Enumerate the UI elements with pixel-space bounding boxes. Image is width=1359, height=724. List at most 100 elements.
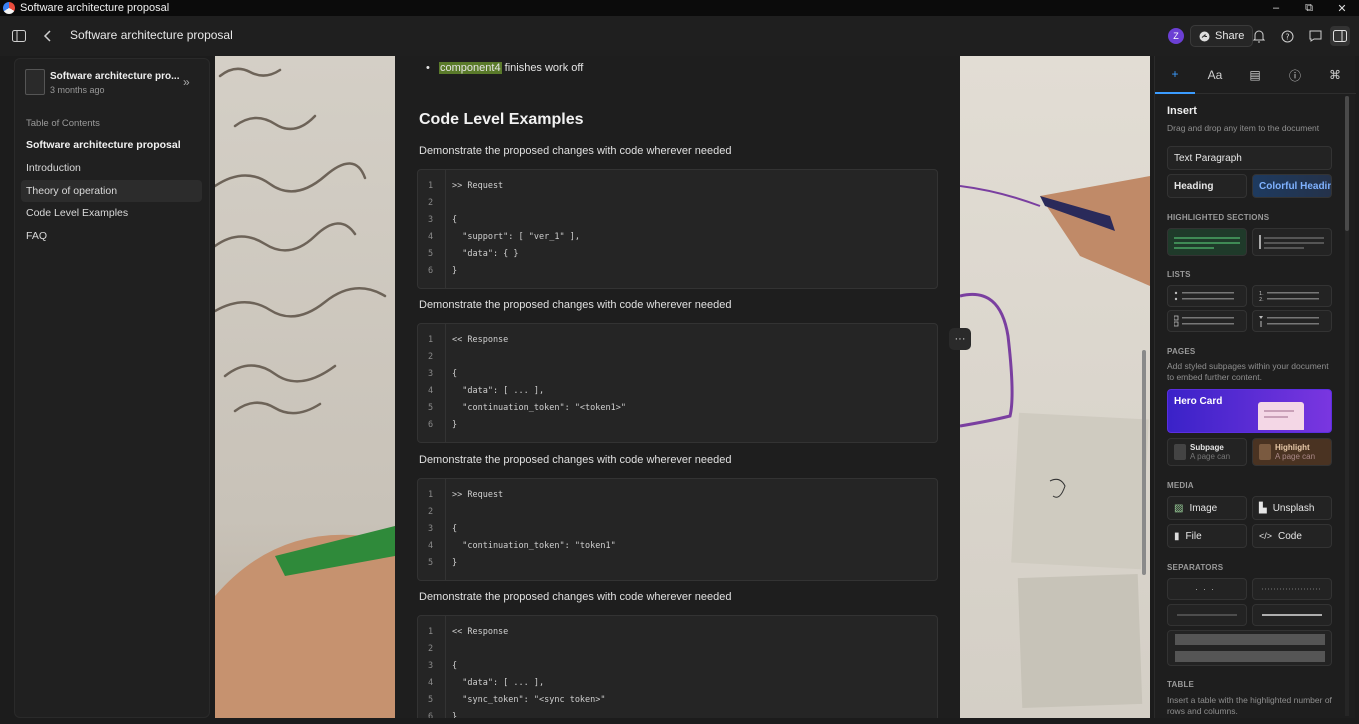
tab-shortcuts[interactable]: ⌘	[1315, 56, 1355, 94]
code-block[interactable]: 1 >> Request 2 3 {4 "support": [ "ver_1" ], 5…	[417, 169, 938, 289]
window-title: Software architecture proposal	[20, 2, 170, 14]
tab-page-style[interactable]: ▤	[1235, 56, 1275, 94]
line-number: 3	[428, 524, 434, 534]
line-number: 1	[428, 335, 434, 345]
separator-dots-icon: ···	[1195, 584, 1219, 594]
line-number: 2	[428, 507, 434, 517]
code-line: {	[452, 369, 458, 379]
app-logo-icon	[3, 2, 15, 14]
back-arrow-icon[interactable]	[40, 28, 56, 44]
close-button[interactable]: ✕	[1326, 0, 1358, 16]
image-tile[interactable]: ▨ Image	[1167, 496, 1247, 520]
highlight-section-green-tile[interactable]	[1167, 228, 1247, 256]
line-number: 5	[428, 249, 434, 259]
paragraph: Demonstrate the proposed changes with co…	[419, 454, 732, 466]
maximize-button[interactable]: ⧉	[1293, 0, 1325, 16]
lists-caption: LISTS	[1167, 270, 1191, 279]
comments-icon[interactable]	[1307, 28, 1323, 44]
heading-tile[interactable]: Heading	[1167, 174, 1247, 198]
avatar[interactable]: Z	[1168, 28, 1184, 44]
share-button[interactable]: Share	[1190, 25, 1254, 47]
toc-sidebar: Software architecture pro... 3 months ag…	[14, 58, 210, 718]
toc-header: Table of Contents	[26, 118, 100, 129]
subpage-tile[interactable]: Subpage A page can	[1167, 438, 1247, 466]
code-line: >> Request	[452, 490, 504, 500]
sidebar-doc-title[interactable]: Software architecture pro...	[50, 71, 179, 82]
canvas-scrollbar-thumb[interactable]	[1142, 350, 1146, 575]
line-number: 1	[428, 490, 434, 500]
code-line: "continuation_token": "<token1>"	[452, 403, 626, 413]
code-line: >> Request	[452, 181, 504, 191]
section-preview-icon	[1259, 235, 1324, 249]
minimize-button[interactable]: –	[1260, 0, 1292, 16]
highlight-section-plain-tile[interactable]	[1252, 228, 1332, 256]
background-photo-right	[959, 56, 1150, 718]
code-block[interactable]: 1 >> Request 2 3 {4 "continuation_token": "t…	[417, 478, 938, 581]
page-title: Software architecture proposal	[70, 28, 233, 42]
section-preview-icon	[1174, 237, 1240, 249]
code-line: "data": [ ... ],	[452, 386, 545, 396]
document-canvas: • component4 finishes work off Code Leve…	[215, 56, 1150, 718]
help-icon[interactable]: ?	[1279, 28, 1295, 44]
separator-dotted-icon	[1262, 588, 1322, 590]
collapse-sidebar-icon[interactable]: »	[183, 75, 190, 89]
line-number: 5	[428, 403, 434, 413]
unsplash-tile[interactable]: ▙ Unsplash	[1252, 496, 1332, 520]
panel-scrollbar[interactable]	[1345, 96, 1349, 716]
svg-text:2.: 2.	[1259, 297, 1264, 302]
numbered-list-tile[interactable]: 1. 2.	[1252, 285, 1332, 307]
separator-block-tile[interactable]	[1167, 630, 1332, 666]
highlight-page-tile[interactable]: Highlight A page can	[1252, 438, 1332, 466]
bullet-list-tile[interactable]	[1167, 285, 1247, 307]
separator-thin-tile[interactable]	[1167, 604, 1247, 626]
highlighted-text: component4	[439, 62, 502, 74]
line-number: 5	[428, 695, 434, 705]
file-icon: ▮	[1174, 530, 1180, 542]
code-tile[interactable]: </> Code	[1252, 524, 1332, 548]
code-block[interactable]: 1 << Response 2 3 {4 "data": [ ... ], 5 "sync…	[417, 615, 938, 718]
code-block[interactable]: 1 << Response 2 3 {4 "data": [ ... ], 5 "cont…	[417, 323, 938, 443]
checklist-tile[interactable]	[1167, 310, 1247, 332]
sidebar-toggle-icon[interactable]	[11, 28, 27, 44]
tab-info[interactable]: ⓘ	[1275, 56, 1315, 94]
line-number: 2	[428, 352, 434, 362]
more-options-button[interactable]: ···	[949, 328, 971, 350]
hero-card-tile[interactable]: Hero Card	[1167, 389, 1332, 433]
toc-item-faq[interactable]: FAQ	[21, 225, 202, 247]
line-number: 4	[428, 678, 434, 688]
toc-item-software-architecture-proposal[interactable]: Software architecture proposal	[21, 134, 202, 156]
highlight-page-icon	[1259, 444, 1271, 460]
line-number: 4	[428, 386, 434, 396]
tab-typography[interactable]: Aa	[1195, 56, 1235, 94]
bullet-item: • component4 finishes work off	[426, 62, 584, 74]
toc-item-introduction[interactable]: Introduction	[21, 157, 202, 179]
hero-card-label: Hero Card	[1174, 396, 1223, 407]
separator-dots-tile[interactable]: ···	[1167, 578, 1247, 600]
toc-item-theory-of-operation[interactable]: Theory of operation	[21, 180, 202, 202]
colorful-heading-label: Colorful Heading	[1259, 180, 1332, 192]
code-line: {	[452, 215, 458, 225]
checklist-icon	[1174, 315, 1234, 327]
bullet-list-icon	[1174, 291, 1234, 301]
tab-insert[interactable]: +	[1155, 56, 1195, 94]
section-heading: Code Level Examples	[419, 111, 584, 128]
right-panel-toggle-icon[interactable]	[1330, 26, 1350, 46]
scrollbar-thumb[interactable]	[1345, 96, 1349, 231]
text-paragraph-tile[interactable]: Text Paragraph	[1167, 146, 1332, 170]
numbered-list-icon: 1.2.	[1259, 291, 1319, 302]
bell-icon[interactable]	[1251, 28, 1267, 44]
highlight-page-sub: A page can	[1275, 452, 1316, 461]
line-number: 3	[428, 215, 434, 225]
subpage-label: Subpage	[1190, 443, 1224, 452]
document-icon	[25, 69, 45, 95]
colorful-heading-tile[interactable]: Colorful Heading	[1252, 174, 1332, 198]
line-number: 2	[428, 644, 434, 654]
line-number: 2	[428, 198, 434, 208]
file-label: File	[1185, 530, 1202, 542]
separator-thick-tile[interactable]	[1252, 604, 1332, 626]
separator-dotted-tile[interactable]	[1252, 578, 1332, 600]
file-tile[interactable]: ▮ File	[1167, 524, 1247, 548]
toggle-list-tile[interactable]	[1252, 310, 1332, 332]
separator-thin-icon	[1177, 614, 1237, 616]
toc-item-code-level-examples[interactable]: Code Level Examples	[21, 202, 202, 224]
